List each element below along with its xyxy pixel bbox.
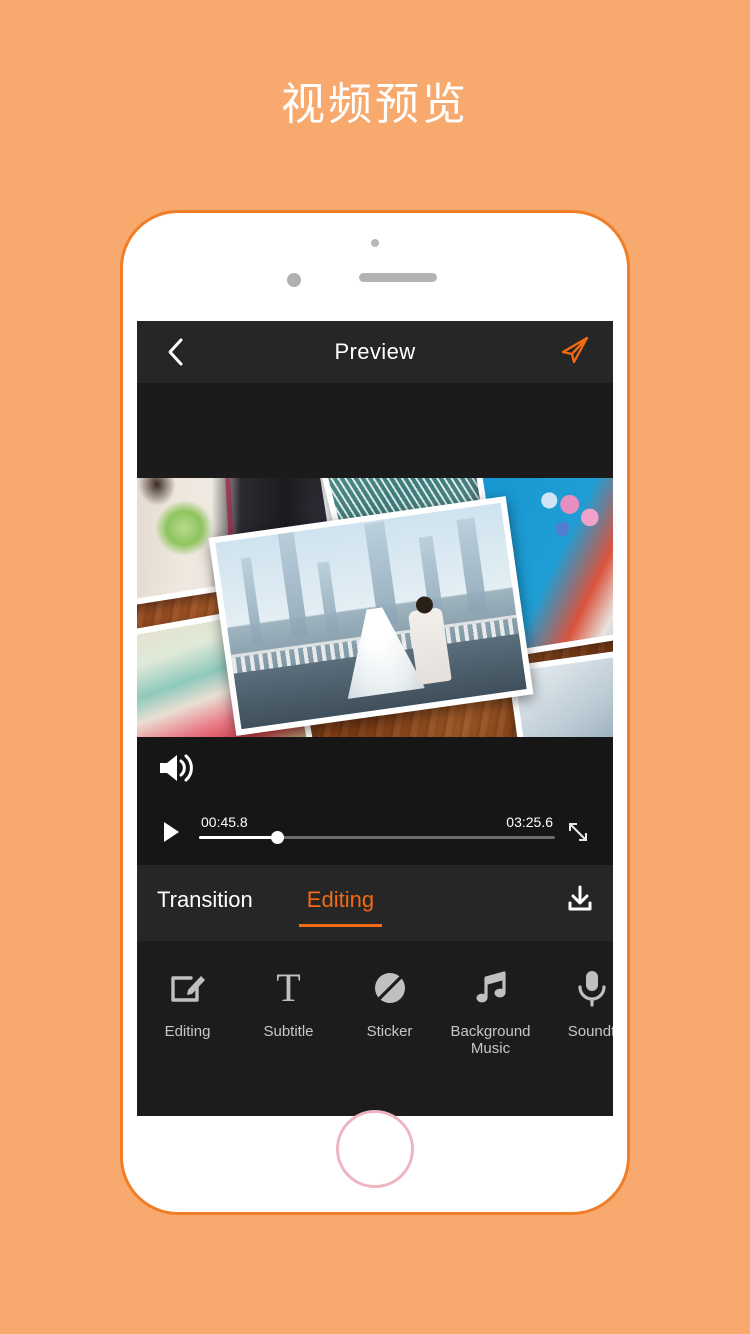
- expand-fullscreen-icon: [567, 821, 589, 848]
- earpiece-speaker: [359, 273, 437, 282]
- current-time: 00:45.8: [201, 814, 248, 830]
- progress-track[interactable]: [199, 831, 555, 844]
- send-button[interactable]: [553, 321, 597, 383]
- navigation-bar: Preview: [137, 321, 613, 383]
- back-button[interactable]: [153, 321, 197, 383]
- total-time: 03:25.6: [506, 814, 553, 830]
- tool-label: Background Music: [440, 1023, 541, 1057]
- front-camera-icon: [371, 239, 379, 247]
- sticker-circle-slash-icon: [339, 965, 440, 1011]
- speaker-volume-icon[interactable]: [157, 751, 197, 790]
- download-button[interactable]: [565, 885, 595, 918]
- volume-row: [137, 737, 613, 803]
- tool-label-line2: Music: [470, 1040, 511, 1057]
- chevron-left-icon: [166, 337, 184, 367]
- player-controls: 00:45.8 03:25.6: [137, 737, 613, 865]
- video-stage[interactable]: [137, 383, 613, 737]
- phone-screen: Preview 00:45.8 03:25.6 Transition Editi…: [137, 321, 613, 1116]
- microphone-icon: [541, 965, 613, 1011]
- tool-label-line1: Background: [450, 1023, 531, 1040]
- video-preview-collage[interactable]: [137, 478, 613, 737]
- time-row: 00:45.8 03:25.6: [199, 814, 555, 834]
- editor-tabbar: Transition Editing: [137, 865, 613, 941]
- tool-label: Soundt: [567, 1023, 613, 1040]
- text-t-icon: T: [276, 965, 301, 1010]
- send-paper-plane-icon: [560, 335, 590, 370]
- tool-label: Editing: [164, 1023, 211, 1040]
- tool-strip: Editing T Subtitle Sticker Background Mu…: [137, 941, 613, 1116]
- play-button[interactable]: [153, 821, 189, 848]
- page-title: 视频预览: [281, 79, 469, 130]
- phone-frame: Preview 00:45.8 03:25.6 Transition Editi…: [120, 210, 630, 1215]
- tool-background-music[interactable]: Background Music: [440, 965, 541, 1057]
- tool-subtitle[interactable]: T Subtitle: [238, 965, 339, 1041]
- tab-editing[interactable]: Editing: [298, 887, 383, 927]
- progress-knob[interactable]: [270, 831, 284, 844]
- home-button[interactable]: [336, 1110, 414, 1188]
- tool-soundtrack[interactable]: Soundt: [541, 965, 613, 1040]
- fullscreen-button[interactable]: [561, 821, 595, 848]
- tab-transition[interactable]: Transition: [153, 887, 257, 927]
- tool-label: Subtitle: [263, 1023, 314, 1040]
- download-icon: [565, 885, 595, 917]
- play-icon: [162, 821, 180, 848]
- progress-fill: [199, 836, 278, 839]
- music-note-icon: [440, 965, 541, 1011]
- tool-label: Sticker: [366, 1023, 413, 1040]
- seek-bar[interactable]: 00:45.8 03:25.6: [199, 814, 555, 854]
- collage-photo-main: [208, 496, 534, 736]
- proximity-sensor-icon: [287, 273, 301, 287]
- playback-row: 00:45.8 03:25.6: [137, 803, 613, 865]
- page-title-preview: Preview: [334, 339, 416, 364]
- tool-sticker[interactable]: Sticker: [339, 965, 440, 1040]
- tool-editing[interactable]: Editing: [137, 965, 238, 1040]
- pencil-square-icon: [137, 965, 238, 1011]
